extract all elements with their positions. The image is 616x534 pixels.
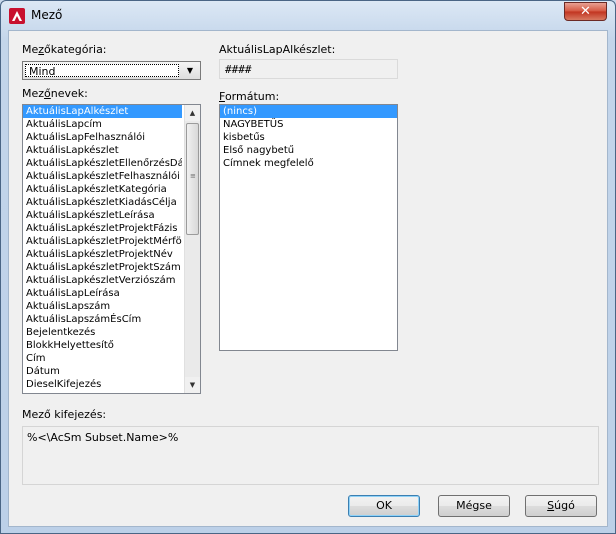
list-item[interactable]: kisbetűs	[220, 131, 397, 144]
list-item[interactable]: AktuálisLapLeírása	[23, 287, 182, 300]
list-item[interactable]: BlokkHelyettesítő	[23, 339, 182, 352]
scrollbar-thumb[interactable]: ≡	[186, 123, 199, 235]
list-item[interactable]: NAGYBETŰS	[220, 118, 397, 131]
format-items: (nincs) NAGYBETŰS kisbetűs Első nagybetű Cím…	[220, 105, 397, 170]
field-names-label-part: nevek:	[50, 87, 88, 100]
field-names-scrollbar[interactable]: ▲ ≡ ▼	[184, 105, 200, 393]
autocad-app-icon	[9, 8, 25, 24]
list-item[interactable]: AktuálisLapkészletFelhasználói	[23, 170, 182, 183]
field-names-label-part: Mez	[22, 87, 45, 100]
field-category-label-part: őkategória:	[44, 43, 107, 56]
list-item[interactable]: AktuálisLapkészletKiadásCélja	[23, 196, 182, 209]
cancel-button[interactable]: Mégse	[438, 495, 510, 517]
field-expression-value: %<\AcSm Subset.Name>%	[27, 431, 179, 444]
field-category-dropdown[interactable]: Mind ▼	[22, 61, 201, 80]
scroll-up-icon[interactable]: ▲	[185, 105, 200, 121]
list-item[interactable]: AktuálisLapszámÉsCím	[23, 313, 182, 326]
field-names-label-mnemonic: ő	[44, 87, 51, 100]
preview-label: AktuálisLapAlkészlet:	[219, 43, 336, 56]
window-title: Mező	[31, 8, 63, 22]
list-item[interactable]: AktuálisLapkészletKategória	[23, 183, 182, 196]
field-names-label: Mezőnevek:	[22, 87, 88, 100]
format-label: Formátum:	[219, 90, 279, 103]
list-item[interactable]: Első nagybetű	[220, 144, 397, 157]
chevron-down-icon[interactable]: ▼	[183, 63, 197, 78]
list-item[interactable]: (nincs)	[220, 105, 397, 118]
field-names-listbox[interactable]: AktuálisLapAlkészlet AktuálisLapcím Aktuál…	[22, 104, 201, 394]
field-expression-box[interactable]: %<\AcSm Subset.Name>%	[22, 426, 599, 485]
preview-value: ####	[225, 63, 252, 76]
help-button-label-part: úgó	[554, 499, 575, 512]
list-item[interactable]: AktuálisLapkészlet	[23, 144, 182, 157]
list-item[interactable]: Dátum	[23, 365, 182, 378]
list-item[interactable]: AktuálisLapkészletEllenőrzésDátu	[23, 157, 182, 170]
preview-box: ####	[219, 59, 398, 79]
list-item[interactable]: Címnek megfelelő	[220, 157, 397, 170]
list-item[interactable]: DieselKifejezés	[23, 378, 182, 391]
field-category-label: Mezőkategória:	[22, 43, 107, 56]
format-listbox[interactable]: (nincs) NAGYBETŰS kisbetűs Első nagybetű Cím…	[219, 104, 398, 351]
list-item[interactable]: AktuálisLapFelhasználói	[23, 131, 182, 144]
grip-icon: ≡	[190, 172, 196, 180]
title-bar[interactable]: Mező ✕	[1, 1, 615, 31]
scroll-down-icon[interactable]: ▼	[185, 377, 200, 393]
field-names-items: AktuálisLapAlkészlet AktuálisLapcím Aktuál…	[23, 105, 200, 391]
field-category-label-part: Me	[22, 43, 39, 56]
close-button[interactable]: ✕	[564, 2, 607, 21]
list-item[interactable]: AktuálisLapcím	[23, 118, 182, 131]
format-label-part: ormátum:	[224, 90, 280, 103]
field-expression-label: Mező kifejezés:	[22, 408, 107, 421]
list-item[interactable]: Cím	[23, 352, 182, 365]
help-button[interactable]: Súgó	[525, 495, 597, 517]
list-item[interactable]: AktuálisLapkészletProjektNév	[23, 248, 182, 261]
ok-button[interactable]: OK	[348, 495, 420, 517]
field-category-focus-box: Mind	[25, 64, 179, 78]
list-item[interactable]: AktuálisLapszám	[23, 300, 182, 313]
field-dialog: Mező ✕ Mezőkategória: Mind ▼ AktuálisLap…	[0, 0, 616, 534]
list-item[interactable]: AktuálisLapkészletProjektSzám	[23, 261, 182, 274]
list-item[interactable]: Bejelentkezés	[23, 326, 182, 339]
field-category-value: Mind	[29, 65, 56, 78]
close-icon: ✕	[580, 4, 591, 19]
list-item[interactable]: AktuálisLapkészletProjektMérföld	[23, 235, 182, 248]
dialog-body: Mezőkategória: Mind ▼ AktuálisLapAlkészl…	[8, 30, 608, 527]
list-item[interactable]: AktuálisLapkészletProjektFázis	[23, 222, 182, 235]
list-item[interactable]: AktuálisLapAlkészlet	[23, 105, 182, 118]
list-item[interactable]: AktuálisLapkészletVerziószám	[23, 274, 182, 287]
list-item[interactable]: AktuálisLapkészletLeírása	[23, 209, 182, 222]
